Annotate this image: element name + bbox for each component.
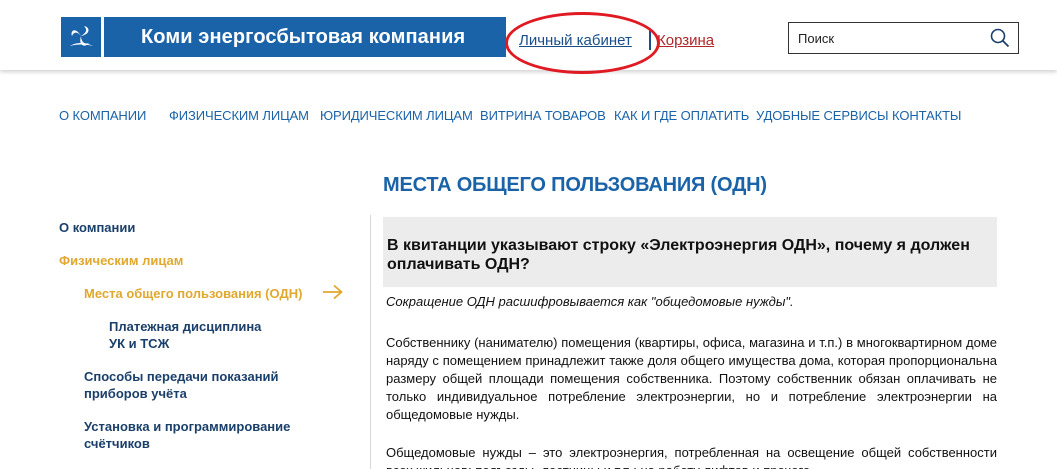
page-title: МЕСТА ОБЩЕГО ПОЛЬЗОВАНИЯ (ОДН) [383,174,767,196]
sidebar-item-label: приборов учёта [84,386,187,401]
company-logo[interactable] [61,17,101,57]
site-header: Коми энергосбытовая компания Личный каби… [0,0,1057,74]
sidebar-item-meter-install[interactable]: Установка и программирование счётчиков [84,418,290,452]
nav-item-legal-entities[interactable]: ЮРИДИЧЕСКИМ ЛИЦАМ [320,108,473,123]
sidebar-item-label: УК и ТСЖ [109,336,170,351]
sidebar-item-label: Платежная дисциплина [109,319,262,334]
nav-item-payment[interactable]: КАК И ГДЕ ОПЛАТИТЬ [614,108,749,123]
search-icon[interactable] [990,28,1010,48]
sidebar-item-about[interactable]: О компании [59,219,135,236]
sidebar-item-label: Установка и программирование [84,419,291,434]
logo-icon [70,26,93,46]
nav-item-individuals[interactable]: ФИЗИЧЕСКИМ ЛИЦАМ [169,108,309,123]
paragraph: Общедомовые нужды – это электроэнергия, … [386,445,997,469]
company-name-banner[interactable]: Коми энергосбытовая компания [104,17,506,57]
sidebar-item-meter-readings[interactable]: Способы передачи показаний приборов учёт… [84,368,279,402]
nav-item-services[interactable]: УДОБНЫЕ СЕРВИСЫ [756,108,889,123]
column-divider [370,215,371,469]
cart-link[interactable]: Корзина [657,32,714,49]
arrow-right-icon [323,284,343,300]
search-box [788,22,1019,54]
paragraph: Собственнику (нанимателю) помещения (ква… [386,335,997,422]
sidebar-item-label: Способы передачи показаний [84,369,279,384]
main-navigation: О КОМПАНИИ ФИЗИЧЕСКИМ ЛИЦАМ ЮРИДИЧЕСКИМ … [59,108,1019,126]
search-input[interactable] [789,23,979,53]
nav-item-contacts[interactable]: КОНТАКТЫ [892,108,961,123]
sidebar-item-common-areas[interactable]: Места общего пользования (ОДН) [84,285,302,302]
sidebar-item-payment-discipline[interactable]: Платежная дисциплина УК и ТСЖ [109,318,261,352]
sidebar-item-individuals[interactable]: Физическим лицам [59,252,183,269]
sidebar-item-label: счётчиков [84,436,150,451]
highlight-ellipse [505,12,660,74]
question-heading: В квитанции указывают строку «Электроэне… [387,237,970,273]
question-box: В квитанции указывают строку «Электроэне… [383,217,997,287]
intro-text: Сокращение ОДН расшифровывается как "общ… [386,294,794,309]
nav-item-about[interactable]: О КОМПАНИИ [59,108,146,123]
nav-item-products[interactable]: ВИТРИНА ТОВАРОВ [480,108,606,123]
article-content: В квитанции указывают строку «Электроэне… [383,217,997,469]
